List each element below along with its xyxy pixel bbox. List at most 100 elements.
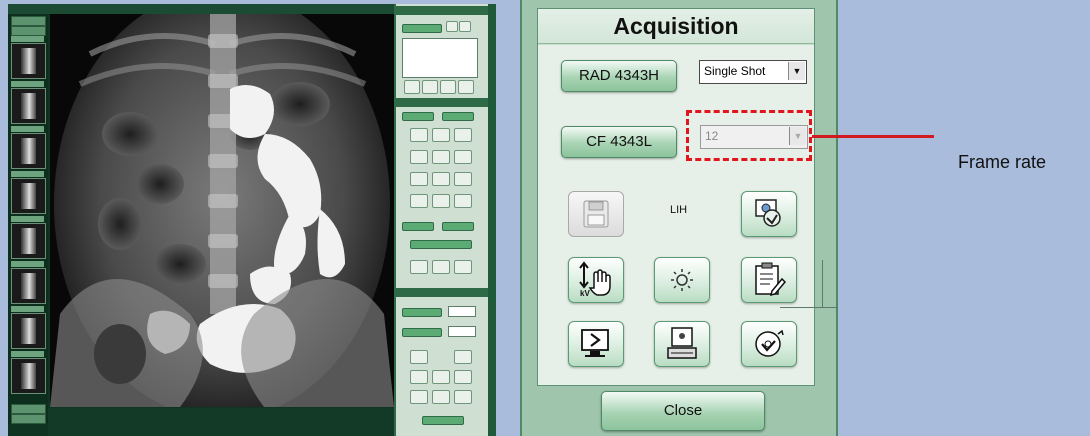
thumbnail-image[interactable]	[11, 133, 46, 169]
thumbnail-header	[11, 216, 44, 222]
panel-tool-button[interactable]	[410, 390, 428, 404]
frame-rate-callout-label: Frame rate	[958, 152, 1047, 172]
panel-tool-button[interactable]	[410, 260, 428, 274]
notes-edit-icon	[755, 262, 787, 297]
panel-tool-button[interactable]	[432, 390, 450, 404]
thumbnail-image[interactable]	[11, 43, 46, 79]
thumbnail-header	[11, 306, 44, 312]
panel-tool-button[interactable]	[410, 128, 428, 142]
save-button[interactable]	[568, 191, 624, 237]
frame-rate-callout-line	[812, 135, 934, 138]
thumbnail-strip	[8, 14, 48, 424]
acquisition-title: Acquisition	[538, 9, 814, 44]
thumbnail-down-button-2[interactable]	[11, 414, 46, 424]
panel-tool-button[interactable]	[454, 350, 472, 364]
software-control-panel	[394, 4, 490, 436]
cf-detector-button[interactable]: CF 4343L	[561, 126, 677, 158]
thumbnail-image[interactable]	[11, 313, 46, 349]
thumbnail-image[interactable]	[11, 178, 46, 214]
panel-list-box[interactable]	[402, 38, 478, 78]
connector-line	[822, 260, 823, 308]
panel-tool-button[interactable]	[410, 172, 428, 186]
panel-tool-button[interactable]	[404, 80, 420, 94]
image-status-bar	[48, 408, 396, 436]
brightness-button[interactable]	[654, 257, 710, 303]
thumbnail-up-button-2[interactable]	[11, 26, 46, 36]
workstation-icon	[667, 327, 697, 359]
panel-action-button[interactable]	[402, 308, 442, 317]
cd-burn-button[interactable]	[741, 321, 797, 367]
panel-action-button[interactable]	[410, 240, 472, 249]
panel-small-button[interactable]	[459, 21, 471, 32]
imaging-software-screenshot	[8, 4, 496, 436]
panel-tab[interactable]	[442, 222, 474, 231]
thumbnail-header	[11, 36, 44, 42]
panel-tool-button[interactable]	[454, 390, 472, 404]
rad-mode-value: Single Shot	[704, 64, 766, 78]
panel-tool-button[interactable]	[410, 370, 428, 384]
lih-label: LIH	[670, 204, 688, 216]
panel-tool-button[interactable]	[432, 194, 450, 208]
thumbnail-header	[11, 81, 44, 87]
close-button[interactable]: Close	[601, 391, 765, 431]
panel-section-header	[396, 6, 490, 15]
thumbnail-header	[11, 171, 44, 177]
panel-select[interactable]	[448, 306, 476, 317]
panel-tool-button[interactable]	[454, 370, 472, 384]
panel-scroll-strip[interactable]	[488, 4, 496, 436]
panel-action-button[interactable]	[402, 24, 442, 33]
panel-tool-button[interactable]	[454, 172, 472, 186]
workstation-button[interactable]	[654, 321, 710, 367]
panel-tool-button[interactable]	[410, 150, 428, 164]
kv-hand-icon: kV	[579, 261, 611, 298]
rad-detector-button[interactable]: RAD 4343H	[561, 60, 677, 92]
panel-tool-button[interactable]	[410, 194, 428, 208]
save-icon	[583, 200, 609, 228]
panel-action-button[interactable]	[402, 328, 442, 337]
notes-edit-button[interactable]	[741, 257, 797, 303]
connector-line	[780, 307, 838, 308]
panel-tool-button[interactable]	[432, 260, 450, 274]
thumbnail-image[interactable]	[11, 88, 46, 124]
image-export-icon	[755, 199, 781, 227]
panel-tool-button[interactable]	[432, 370, 450, 384]
thumbnail-image[interactable]	[11, 358, 46, 394]
panel-section-header	[396, 288, 490, 297]
panel-tool-button[interactable]	[432, 172, 450, 186]
abdominal-xray-image	[50, 14, 394, 407]
panel-section-header	[396, 98, 490, 107]
panel-tool-button[interactable]	[454, 194, 472, 208]
svg-text:kV: kV	[580, 289, 590, 298]
panel-select[interactable]	[448, 326, 476, 337]
thumbnail-header	[11, 261, 44, 267]
monitor-arrow-icon	[581, 329, 609, 357]
xray-image-viewer[interactable]	[50, 14, 394, 407]
frame-rate-highlight-box	[686, 110, 812, 161]
panel-tool-button[interactable]	[454, 150, 472, 164]
panel-tool-button[interactable]	[432, 128, 450, 142]
thumbnail-up-button[interactable]	[11, 16, 46, 26]
panel-tab[interactable]	[442, 112, 474, 121]
rad-mode-select[interactable]: Single Shot ▼	[699, 60, 807, 84]
panel-tool-button[interactable]	[454, 260, 472, 274]
image-export-button[interactable]	[741, 191, 797, 237]
thumbnail-down-button[interactable]	[11, 404, 46, 414]
cd-burn-icon	[755, 329, 784, 357]
panel-tool-button[interactable]	[422, 80, 438, 94]
panel-tool-button[interactable]	[410, 350, 428, 364]
thumbnail-image[interactable]	[11, 223, 46, 259]
chevron-down-icon[interactable]: ▼	[788, 62, 805, 80]
panel-tab[interactable]	[402, 112, 434, 121]
panel-tool-button[interactable]	[458, 80, 474, 94]
kv-adjust-button[interactable]: kV	[568, 257, 624, 303]
monitor-transfer-button[interactable]	[568, 321, 624, 367]
panel-tool-button[interactable]	[440, 80, 456, 94]
thumbnail-header	[11, 351, 44, 357]
panel-action-button[interactable]	[422, 416, 464, 425]
brightness-icon	[671, 269, 693, 291]
panel-tool-button[interactable]	[432, 150, 450, 164]
panel-small-button[interactable]	[446, 21, 458, 32]
thumbnail-image[interactable]	[11, 268, 46, 304]
panel-tab[interactable]	[402, 222, 434, 231]
panel-tool-button[interactable]	[454, 128, 472, 142]
